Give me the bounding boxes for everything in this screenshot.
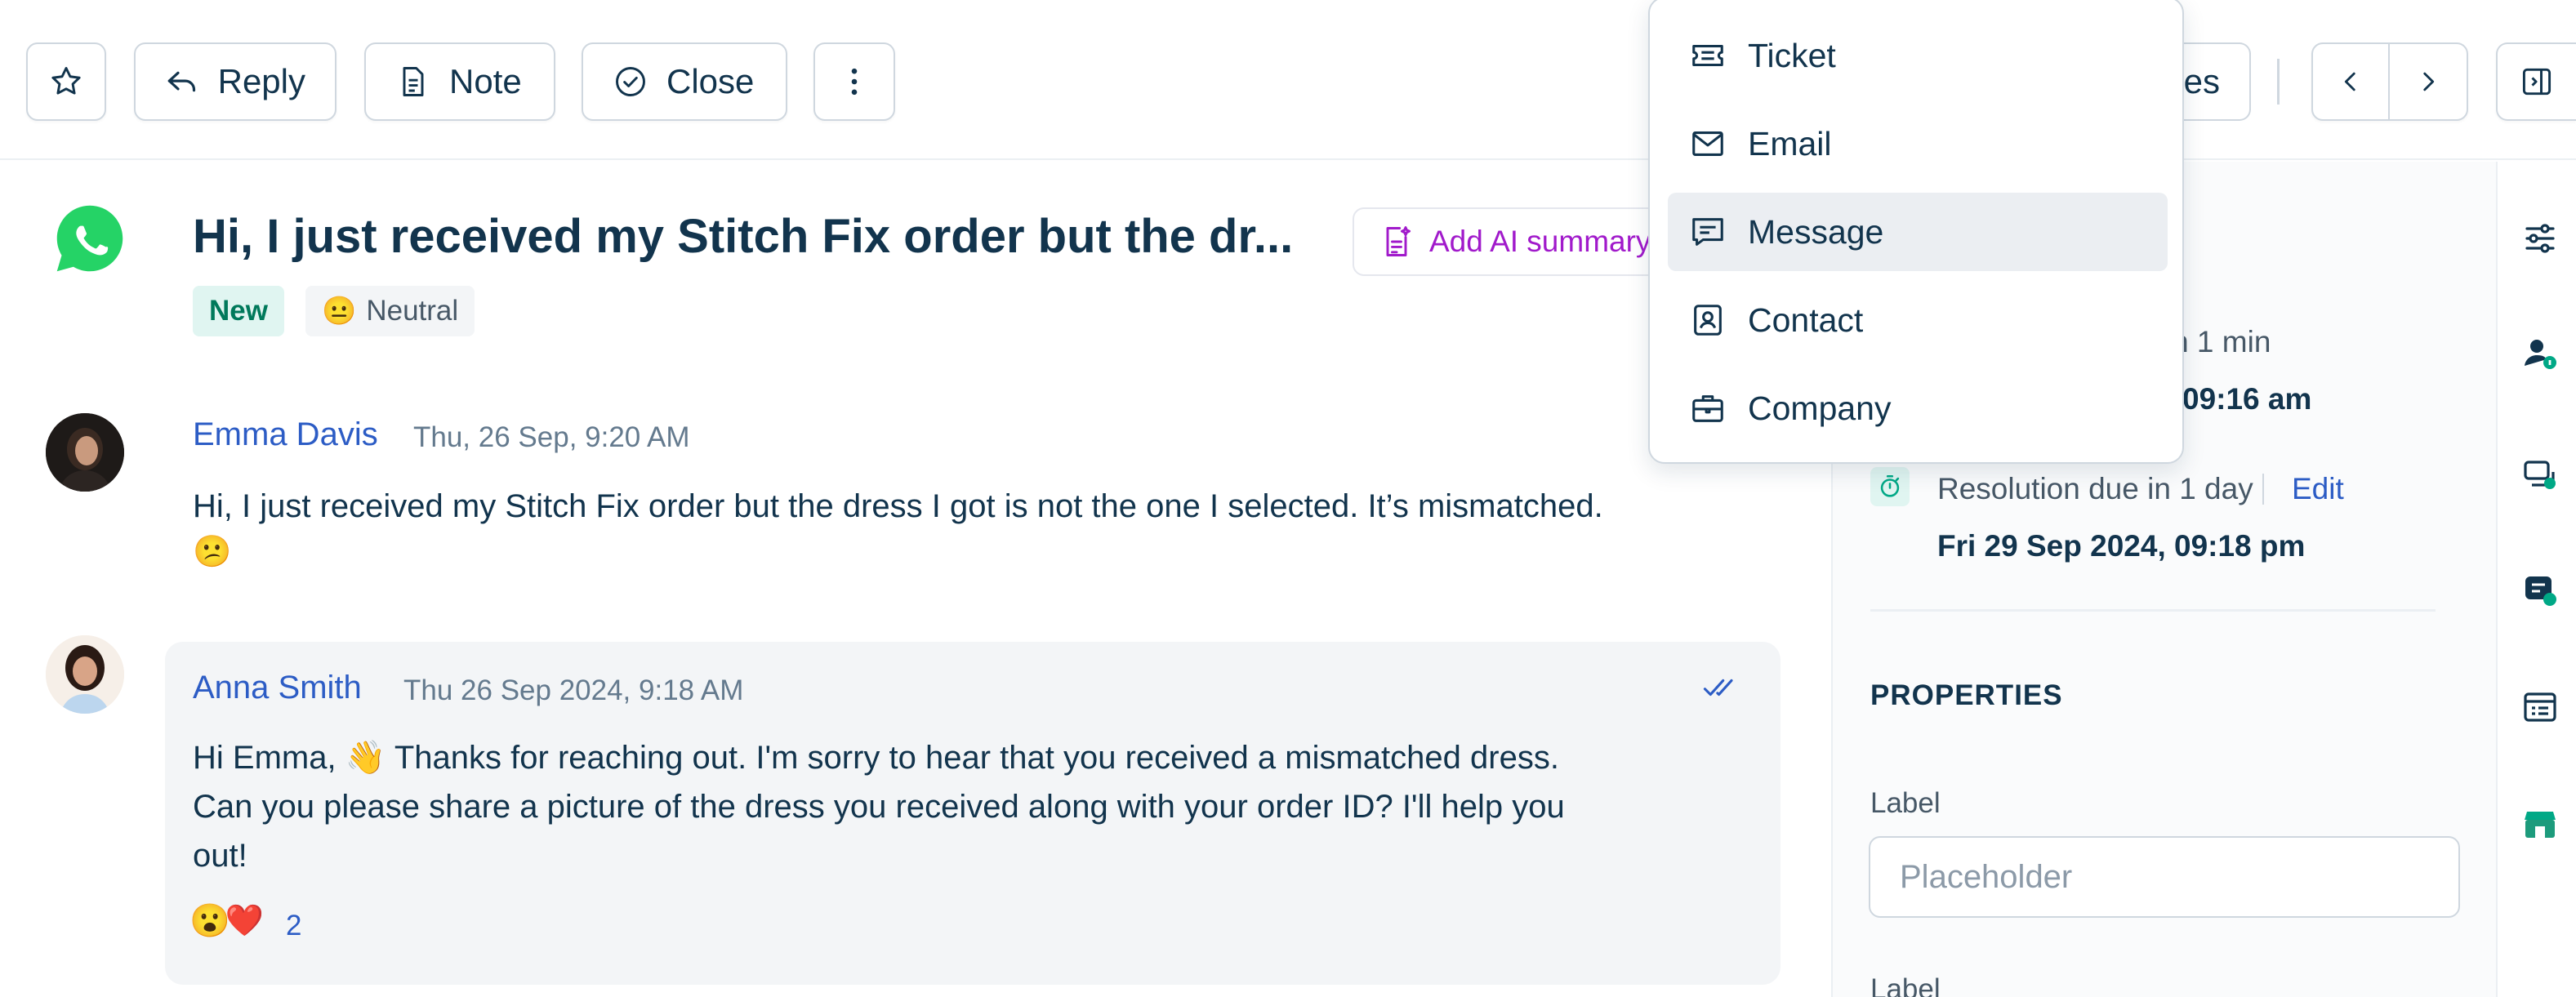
edit-resolution-link[interactable]: Edit xyxy=(2292,472,2344,506)
dropdown-item-message[interactable]: Message xyxy=(1668,193,2168,271)
property-input[interactable] xyxy=(1869,836,2460,918)
first-response-date: 09:16 am xyxy=(2182,382,2312,416)
conversation-pane: Hi, I just received my Stitch Fix order … xyxy=(0,162,1829,997)
message-time: Thu, 26 Sep, 9:20 AM xyxy=(413,421,690,453)
message-text-line-3: out! xyxy=(193,838,247,874)
properties-heading: PROPERTIES xyxy=(1870,679,2063,711)
check-circle-icon xyxy=(616,67,645,96)
linked-tickets-icon[interactable] xyxy=(2520,454,2560,493)
note-button[interactable]: Note xyxy=(364,42,555,121)
dropdown-item-ticket[interactable]: Ticket xyxy=(1668,16,2168,95)
sentiment-label: Neutral xyxy=(366,295,459,327)
partial-toolbar-label: es xyxy=(2183,62,2220,100)
dropdown-item-email[interactable]: Email xyxy=(1668,105,2168,183)
star-icon xyxy=(51,67,81,95)
add-ai-summary-button[interactable]: Add AI summary xyxy=(1353,207,1679,276)
message-text: Hi, I just received my Stitch Fix order … xyxy=(193,488,1603,524)
sidebar-toggle-icon xyxy=(2522,68,2551,96)
ticket-toolbar: Reply Note Close es xyxy=(0,0,2576,160)
reaction-surprised[interactable]: 😮 xyxy=(189,901,230,940)
more-vertical-icon xyxy=(851,68,858,96)
next-ticket-button[interactable] xyxy=(2390,44,2467,119)
anna-avatar-image xyxy=(46,635,124,714)
star-button[interactable] xyxy=(26,42,106,121)
toolbar-divider xyxy=(2277,59,2280,105)
ai-summary-icon xyxy=(1386,226,1411,256)
contact-info-icon[interactable] xyxy=(2520,333,2560,372)
ticket-pager xyxy=(2311,42,2468,121)
resolution-date: Fri 29 Sep 2024, 09:18 pm xyxy=(1937,529,2306,563)
message-author[interactable]: Anna Smith xyxy=(193,670,362,706)
dropdown-item-label: Email xyxy=(1748,124,1832,162)
briefcase-icon xyxy=(1692,395,1723,422)
reactions[interactable]: 😮 ❤️ xyxy=(189,901,264,940)
resolution-due: Resolution due in 1 day xyxy=(1937,472,2253,505)
note-label: Note xyxy=(449,62,522,100)
note-icon xyxy=(403,67,424,96)
message-time: Thu 26 Sep 2024, 9:18 AM xyxy=(403,674,744,706)
new-item-dropdown: Ticket Email Message Contact Company xyxy=(1648,0,2184,464)
timeline-icon[interactable] xyxy=(2520,570,2560,609)
stopwatch-icon xyxy=(1880,474,1900,497)
partial-toolbar-button[interactable]: es xyxy=(2176,42,2251,121)
dropdown-item-label: Ticket xyxy=(1748,36,1836,74)
panel-divider xyxy=(1870,609,2436,612)
custom-app-icon[interactable] xyxy=(2520,688,2560,727)
resolution-timer-badge xyxy=(1870,467,1910,506)
ticket-title: Hi, I just received my Stitch Fix order … xyxy=(193,210,1294,263)
dropdown-item-label: Contact xyxy=(1748,300,1864,339)
chevron-right-icon xyxy=(2423,72,2435,91)
reply-label: Reply xyxy=(217,62,305,100)
message-text-line-2: Can you please share a picture of the dr… xyxy=(193,789,1565,825)
dropdown-item-label: Message xyxy=(1748,212,1884,251)
field-label: Label xyxy=(1870,973,1941,997)
reply-icon xyxy=(167,71,196,92)
avatar[interactable] xyxy=(46,635,124,714)
dropdown-item-label: Company xyxy=(1748,389,1892,427)
more-actions-button[interactable] xyxy=(813,42,895,121)
read-receipt-icon xyxy=(1703,679,1733,697)
reaction-heart[interactable]: ❤️ xyxy=(225,903,264,939)
dropdown-item-company[interactable]: Company xyxy=(1668,369,2168,447)
filter-sliders-icon[interactable] xyxy=(2520,219,2560,258)
close-ticket-button[interactable]: Close xyxy=(582,42,787,121)
ai-summary-label: Add AI summary xyxy=(1429,225,1651,258)
right-icon-rail xyxy=(2496,162,2576,997)
message-emoji: 😕 xyxy=(193,535,232,569)
sentiment-emoji: 😐 xyxy=(322,296,357,327)
status-badge: New xyxy=(193,286,284,336)
whatsapp-icon xyxy=(56,205,123,272)
store-app-icon[interactable] xyxy=(2520,805,2560,844)
message-author[interactable]: Emma Davis xyxy=(193,416,378,453)
message-icon xyxy=(1692,218,1723,246)
dropdown-item-contact[interactable]: Contact xyxy=(1668,281,2168,359)
field-label: Label xyxy=(1870,787,1941,819)
emma-avatar-image xyxy=(46,413,124,492)
reply-button[interactable]: Reply xyxy=(134,42,336,121)
ticket-icon xyxy=(1692,44,1723,67)
message-text-line-1: Hi Emma, 👋 Thanks for reaching out. I'm … xyxy=(193,740,1559,776)
avatar[interactable] xyxy=(46,413,124,492)
sentiment-badge: 😐 Neutral xyxy=(305,286,475,336)
toggle-sidebar-button[interactable] xyxy=(2496,42,2576,121)
contact-icon xyxy=(1694,305,1722,336)
close-label: Close xyxy=(666,62,755,100)
reaction-count[interactable]: 2 xyxy=(286,910,301,942)
sla-divider xyxy=(2262,474,2264,505)
chevron-left-icon xyxy=(2344,72,2355,91)
email-icon xyxy=(1692,131,1723,156)
previous-ticket-button[interactable] xyxy=(2313,44,2390,119)
